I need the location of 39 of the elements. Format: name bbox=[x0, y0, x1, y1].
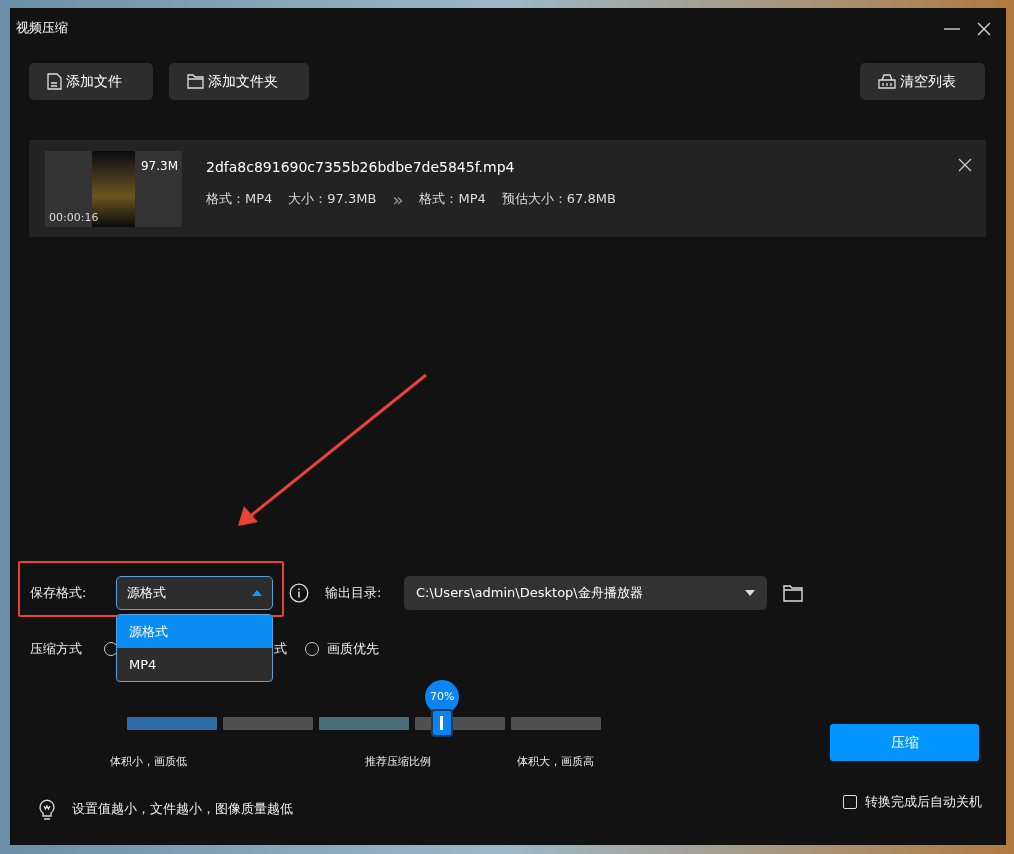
document-icon bbox=[47, 73, 62, 90]
folder-icon[interactable] bbox=[783, 584, 803, 602]
folder-icon bbox=[187, 74, 204, 89]
lightbulb-icon bbox=[38, 798, 56, 820]
slider-track[interactable] bbox=[127, 708, 601, 738]
clear-list-button[interactable]: 清空列表 bbox=[860, 63, 985, 100]
file-name: 2dfa8c891690c7355b26bdbe7de5845f.mp4 bbox=[206, 157, 516, 177]
slider-caption: 体积小，画质低 bbox=[110, 754, 187, 770]
slider-caption: 推荐压缩比例 bbox=[365, 754, 431, 770]
output-dir-field[interactable]: C:\Users\admin\Desktop\金舟播放器 bbox=[404, 576, 767, 610]
minimize-icon bbox=[944, 27, 960, 30]
slider-thumb[interactable] bbox=[431, 709, 454, 737]
slider-caption: 体积大，画质高 bbox=[517, 754, 594, 770]
caret-icon bbox=[252, 590, 262, 596]
close-icon bbox=[958, 157, 972, 172]
option-label: 画质优先 bbox=[327, 640, 379, 659]
basket-icon bbox=[878, 74, 896, 89]
format-dropdown[interactable]: 源格式 bbox=[116, 576, 273, 610]
add-file-button[interactable]: 添加文件 bbox=[29, 63, 153, 100]
source-format: 格式：MP4 bbox=[206, 190, 273, 209]
target-format: 格式：MP4 bbox=[419, 190, 486, 209]
close-icon bbox=[977, 21, 991, 36]
auto-shutdown-checkbox[interactable] bbox=[843, 795, 857, 809]
save-format-label: 保存格式: bbox=[30, 584, 88, 603]
auto-shutdown-label: 转换完成后自动关机 bbox=[865, 793, 982, 812]
add-folder-button[interactable]: 添加文件夹 bbox=[169, 63, 309, 100]
tip-text: 设置值越小，文件越小，图像质量越低 bbox=[72, 800, 293, 819]
size-label: 97.3M bbox=[140, 157, 178, 175]
duration-text: 00:00:16 bbox=[49, 210, 99, 226]
output-dir-label: 输出目录: bbox=[325, 584, 383, 603]
menu-item[interactable]: MP4 bbox=[117, 648, 272, 681]
source-size: 大小：97.3MB bbox=[288, 190, 377, 209]
window-title: 视频压缩 bbox=[16, 19, 68, 38]
info-icon[interactable] bbox=[289, 583, 309, 603]
compression-label: 压缩方式 bbox=[30, 640, 83, 659]
caret-icon bbox=[745, 590, 755, 596]
arrow-text: » bbox=[392, 187, 404, 212]
option-label: 式 bbox=[274, 640, 287, 659]
estimated-size: 预估大小：67.8MB bbox=[501, 190, 616, 209]
